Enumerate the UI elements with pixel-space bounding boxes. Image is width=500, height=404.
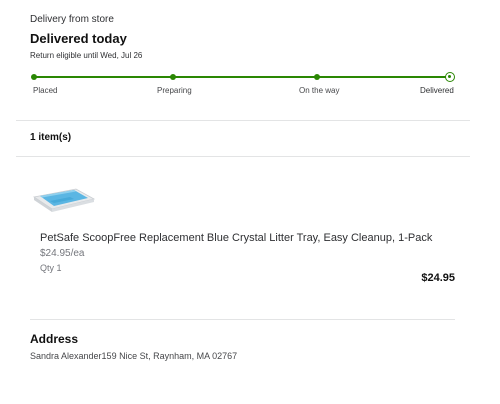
section-divider (16, 156, 470, 157)
return-eligibility-note: Return eligible until Wed, Jul 26 (30, 51, 143, 60)
section-divider (30, 319, 455, 320)
section-divider (16, 120, 470, 121)
order-header: Delivery from store Delivered today Retu… (30, 14, 142, 60)
items-count: 1 item(s) (30, 132, 72, 143)
address-text: Sandra Alexander159 Nice St, Raynham, MA… (30, 351, 238, 361)
unit-price: $24.95/ea (40, 248, 85, 259)
order-status-title: Delivered today (30, 31, 127, 46)
progress-dot-preparing (170, 74, 176, 80)
stage-label-on-the-way: On the way (299, 86, 340, 95)
progress-line (34, 76, 448, 78)
item-total-price: $24.95 (421, 272, 455, 284)
stage-label-delivered: Delivered (420, 86, 454, 95)
product-name[interactable]: PetSafe ScoopFree Replacement Blue Cryst… (40, 232, 432, 244)
delivery-type: Delivery from store (30, 14, 114, 25)
item-quantity: Qty 1 (40, 263, 62, 273)
progress-dot-on-the-way (314, 74, 320, 80)
stage-label-placed: Placed (33, 86, 58, 95)
address-title: Address (30, 332, 79, 346)
delivery-progress-tracker (31, 72, 455, 82)
litter-tray-image[interactable] (30, 183, 96, 213)
stage-label-preparing: Preparing (157, 86, 192, 95)
progress-dot-placed (31, 74, 37, 80)
progress-dot-delivered (445, 72, 455, 82)
